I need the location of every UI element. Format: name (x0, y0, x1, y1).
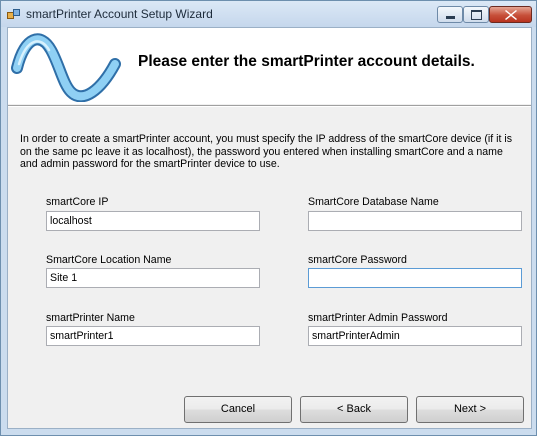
minimize-button[interactable] (437, 6, 463, 23)
database-name-label: SmartCore Database Name (308, 196, 439, 208)
wizard-window: smartPrinter Account Setup Wizard Please… (0, 0, 537, 436)
smartcore-ip-input[interactable] (46, 211, 260, 231)
database-name-input[interactable] (308, 211, 522, 231)
app-icon[interactable] (7, 8, 20, 21)
instructions-text: In order to create a smartPrinter accoun… (20, 133, 513, 170)
sine-wave-logo (11, 33, 121, 102)
minimize-icon (446, 16, 455, 19)
maximize-icon (471, 10, 482, 20)
close-icon (505, 10, 517, 20)
smartcore-password-input[interactable] (308, 268, 522, 288)
cancel-button[interactable]: Cancel (184, 396, 292, 423)
smartcore-password-label: smartCore Password (308, 254, 407, 266)
location-name-label: SmartCore Location Name (46, 254, 172, 266)
wizard-header: Please enter the smartPrinter account de… (8, 28, 531, 104)
printer-name-label: smartPrinter Name (46, 312, 135, 324)
window-title: smartPrinter Account Setup Wizard (26, 7, 213, 21)
printer-name-input[interactable] (46, 326, 260, 346)
header-divider (8, 105, 531, 107)
wizard-body: Please enter the smartPrinter account de… (7, 27, 532, 429)
smartcore-ip-label: smartCore IP (46, 196, 109, 208)
page-title: Please enter the smartPrinter account de… (138, 53, 475, 70)
printer-admin-password-input[interactable] (308, 326, 522, 346)
back-button[interactable]: < Back (300, 396, 408, 423)
maximize-button[interactable] (463, 6, 489, 23)
close-button[interactable] (489, 6, 532, 23)
location-name-input[interactable] (46, 268, 260, 288)
printer-admin-password-label: smartPrinter Admin Password (308, 312, 448, 324)
next-button[interactable]: Next > (416, 396, 524, 423)
title-bar[interactable]: smartPrinter Account Setup Wizard (1, 1, 536, 27)
